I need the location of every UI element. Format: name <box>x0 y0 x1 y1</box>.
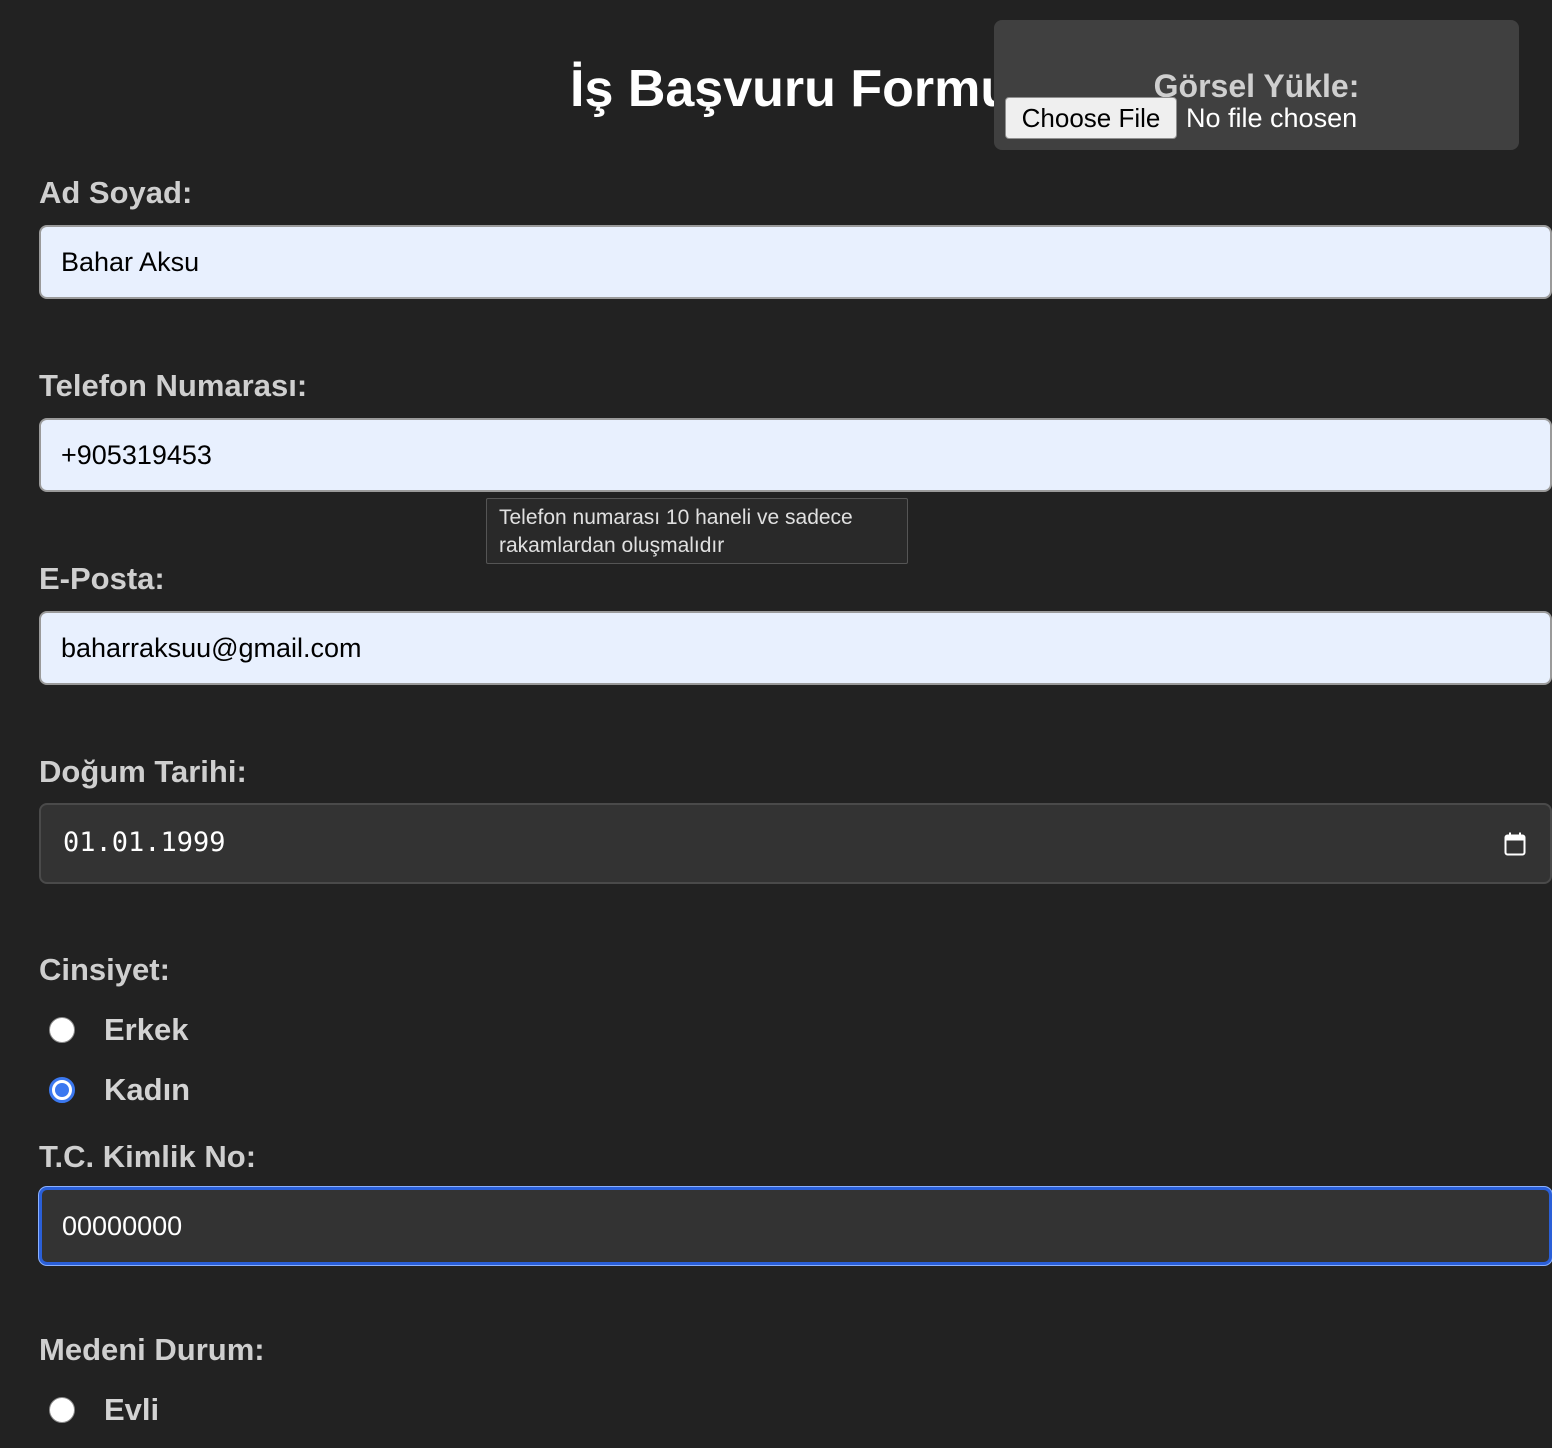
birthdate-input[interactable]: 01.01.1999 <box>39 803 1552 884</box>
gender-label: Cinsiyet: <box>39 952 170 987</box>
phone-label: Telefon Numarası: <box>39 368 308 403</box>
phone-validation-tooltip: Telefon numarası 10 haneli ve sadece rak… <box>486 498 908 564</box>
birthdate-value: 01.01.1999 <box>63 827 226 858</box>
choose-file-button[interactable]: Choose File <box>1005 97 1177 139</box>
email-input[interactable] <box>39 611 1552 685</box>
marital-status-label: Medeni Durum: <box>39 1332 265 1367</box>
gender-female-radio[interactable] <box>49 1077 75 1103</box>
marital-married-radio[interactable] <box>49 1397 75 1423</box>
name-label: Ad Soyad: <box>39 175 193 210</box>
image-upload-panel: Görsel Yükle: Choose File No file chosen <box>994 20 1519 150</box>
marital-married-label[interactable]: Evli <box>104 1392 159 1428</box>
file-status-text: No file chosen <box>1186 103 1358 133</box>
tc-no-input[interactable] <box>39 1187 1552 1265</box>
gender-male-radio[interactable] <box>49 1017 75 1043</box>
gender-male-label[interactable]: Erkek <box>104 1012 188 1048</box>
name-input[interactable] <box>39 225 1552 299</box>
calendar-icon[interactable] <box>1504 832 1526 856</box>
page-title: İş Başvuru Formu <box>570 60 1013 118</box>
email-label: E-Posta: <box>39 561 165 596</box>
birthdate-label: Doğum Tarihi: <box>39 754 247 789</box>
phone-input[interactable] <box>39 418 1552 492</box>
tc-no-label: T.C. Kimlik No: <box>39 1139 257 1174</box>
gender-female-label[interactable]: Kadın <box>104 1072 190 1108</box>
